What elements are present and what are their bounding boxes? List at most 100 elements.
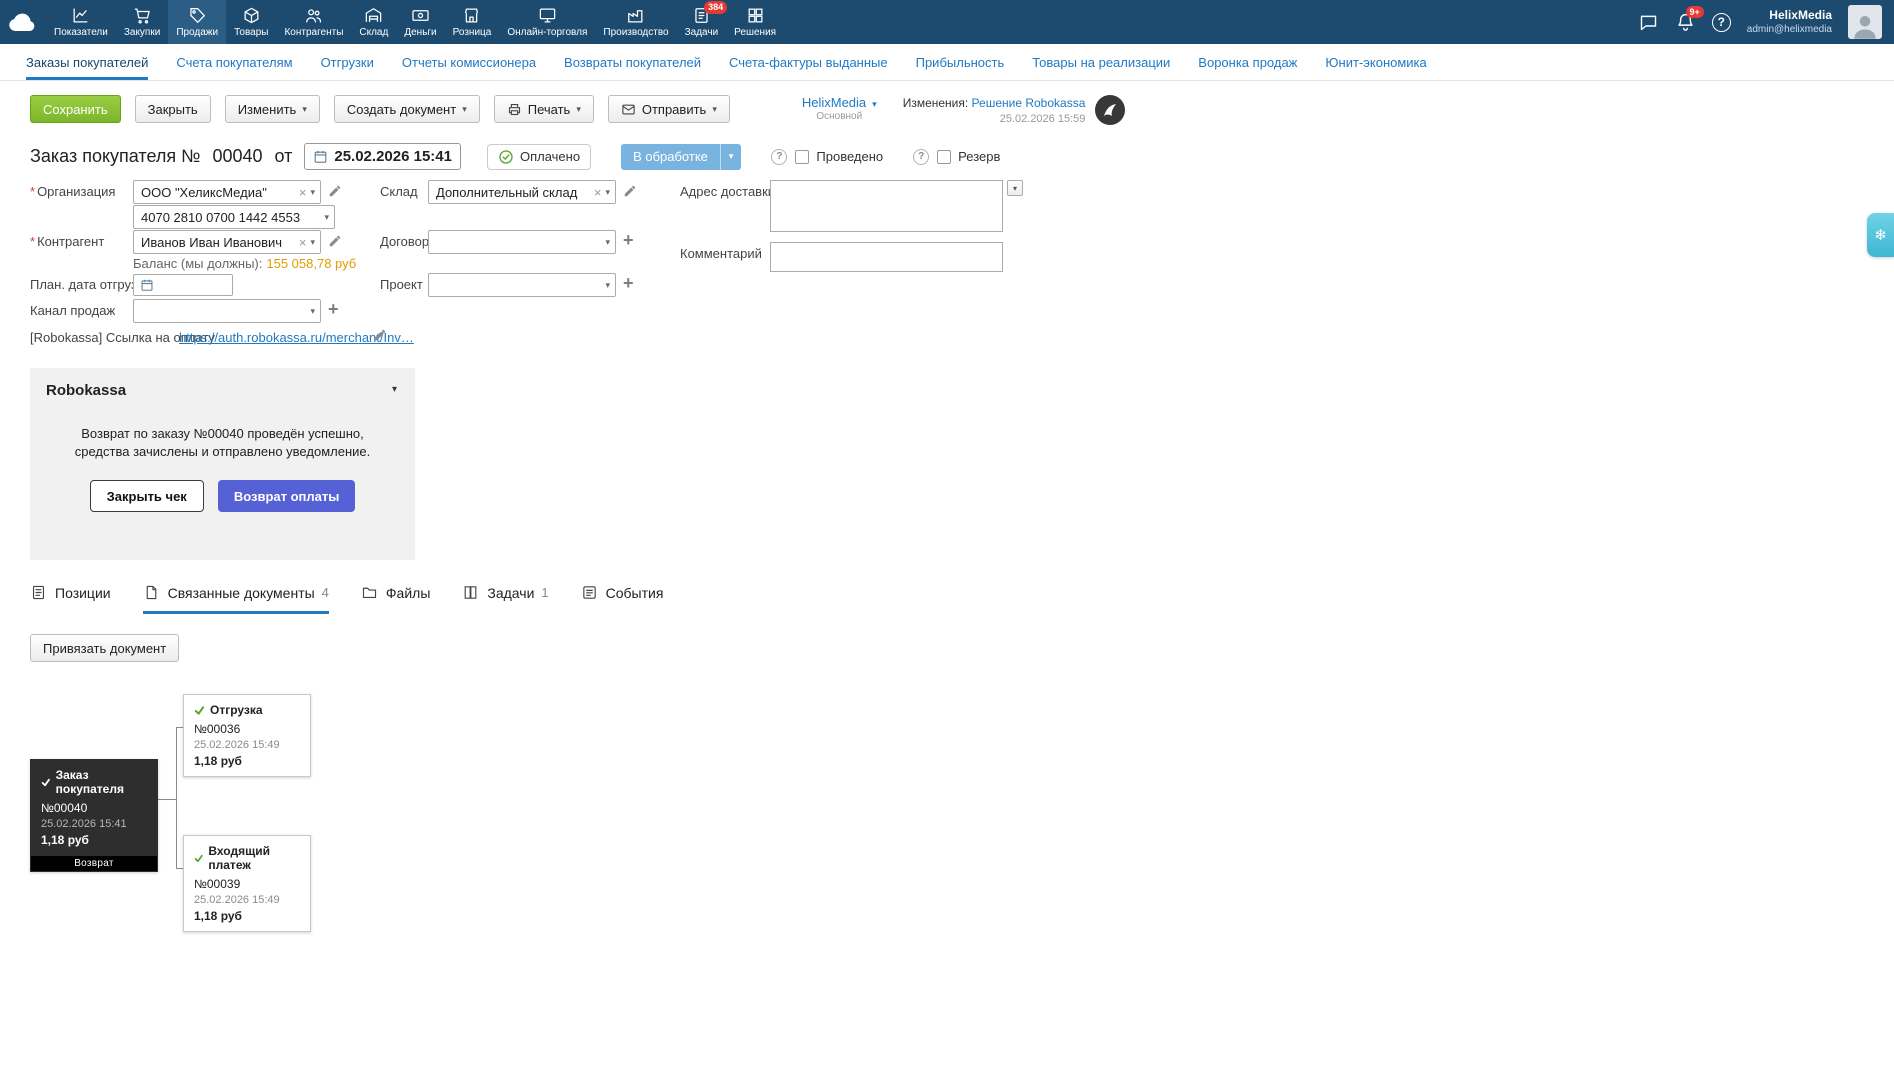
organization-edit-pencil-icon[interactable] [328,184,342,198]
card-doc-number: №00036 [194,722,241,737]
project-select[interactable]: ▾ [428,273,616,298]
send-button[interactable]: Отправить ▾ [607,95,730,123]
tab-customer-orders[interactable]: Заказы покупателей [26,44,149,80]
nav-item-online-trade[interactable]: Онлайн-торговля [499,0,595,44]
nav-item-indicators[interactable]: Показатели [46,0,116,44]
status-dropdown[interactable]: В обработке ▾ [621,143,742,170]
card-return-tag: Возврат [31,856,157,872]
organization-switcher[interactable]: HelixMedia ▾ Основной [802,95,877,122]
connector-line [158,799,176,801]
tab-label: Позиции [55,584,111,601]
nav-item-sales[interactable]: Продажи [168,0,227,44]
counterparty-edit-pencil-icon[interactable] [328,234,342,248]
conducted-help-icon[interactable]: ? [771,148,788,165]
bind-document-button[interactable]: Привязать документ [30,634,180,663]
folder-icon [362,587,376,599]
bank-account-select[interactable]: 4070 2810 0700 1442 4553 ▾ [133,205,335,230]
payment-link-edit-pencil-icon[interactable] [373,328,387,342]
linked-card-shipment[interactable]: Отгрузка №00036 25.02.2026 15:49 1,18 ру… [183,694,311,778]
create-document-button[interactable]: Создать документ ▾ [333,95,480,123]
tab-shipments[interactable]: Отгрузки [321,44,374,80]
document-number[interactable]: 00040 [212,146,262,167]
chevron-down-icon[interactable]: ▾ [310,237,315,248]
clear-icon[interactable]: × [299,236,307,249]
counterparty-combobox[interactable]: Иванов Иван Иванович × ▾ [133,230,321,255]
snowflake-promo-tab[interactable]: ❄ [1867,213,1894,257]
warehouse-label: Склад [380,184,418,200]
nav-item-warehouse[interactable]: Склад [351,0,396,44]
user-block[interactable]: HelixMedia admin@helixmedia [1747,8,1832,37]
reserve-checkbox[interactable] [937,149,952,164]
reserve-help-icon[interactable]: ? [913,148,930,165]
document-datetime-value: 25.02.2026 15:41 [334,148,452,166]
collapse-chevron-icon[interactable]: ▾ [392,384,397,395]
comment-textarea[interactable] [770,242,1003,273]
chevron-down-icon[interactable]: ▾ [605,280,610,291]
document-datetime-input[interactable]: 25.02.2026 15:41 [304,143,461,171]
nav-item-retail[interactable]: Розница [445,0,500,44]
contract-select[interactable]: ▾ [428,230,616,255]
chevron-down-icon: ▾ [576,103,581,114]
chevron-down-icon[interactable]: ▾ [324,212,329,223]
nav-item-purchases[interactable]: Закупки [116,0,168,44]
close-button[interactable]: Закрыть [134,95,211,123]
conducted-checkbox[interactable] [795,149,810,164]
nav-item-products[interactable]: Товары [226,0,276,44]
chevron-down-icon[interactable]: ▾ [605,237,610,248]
save-button[interactable]: Сохранить [30,95,121,123]
organization-combobox[interactable]: ООО "ХеликсМедиа" × ▾ [133,180,321,205]
tab-files[interactable]: Файлы [361,584,430,614]
user-avatar[interactable] [1848,5,1882,39]
delivery-address-dropdown-button[interactable]: ▾ [1007,180,1023,197]
nav-item-production[interactable]: Производство [595,0,676,44]
print-button[interactable]: Печать ▾ [493,95,594,123]
notifications-bell-icon[interactable]: 9+ [1675,5,1704,33]
nav-item-money[interactable]: Деньги [396,0,444,44]
linked-card-customer-order[interactable]: Заказ покупателя №00040 25.02.2026 15:41… [30,759,158,873]
document-form: Организация ООО "ХеликсМедиа" ×▾ 4070 28… [30,180,1894,352]
clear-icon[interactable]: × [594,186,602,199]
warehouse-edit-pencil-icon[interactable] [623,184,637,198]
nav-item-counterparties[interactable]: Контрагенты [276,0,351,44]
close-receipt-button[interactable]: Закрыть чек [89,480,204,513]
delivery-address-textarea[interactable] [770,180,1003,233]
clear-icon[interactable]: × [299,186,307,199]
tab-commissioner-reports[interactable]: Отчеты комиссионера [402,44,536,80]
editor-toolbar: Сохранить Закрыть Изменить ▾ Создать доку… [30,95,1894,127]
help-icon[interactable]: ? [1711,12,1731,32]
document-detail-tabs: Позиции Связанные документы 4 Файлы Зада… [30,584,1894,615]
tab-consignment-goods[interactable]: Товары на реализации [1032,44,1170,80]
nav-item-solutions[interactable]: Решения [726,0,784,44]
ship-date-input[interactable] [133,274,233,297]
warehouse-combobox[interactable]: Дополнительный склад × ▾ [428,180,616,205]
chevron-down-icon[interactable]: ▾ [310,306,315,317]
linked-card-incoming-payment[interactable]: Входящий платеж №00039 25.02.2026 15:49 … [183,835,311,933]
card-doc-number: №00039 [194,877,241,892]
tab-customer-invoices[interactable]: Счета покупателям [176,44,292,80]
tab-customer-returns[interactable]: Возвраты покупателей [564,44,701,80]
tab-events[interactable]: События [581,584,663,614]
tab-unit-economics[interactable]: Юнит-экономика [1325,44,1426,80]
chevron-down-icon[interactable]: ▾ [605,187,610,198]
edit-button[interactable]: Изменить ▾ [224,95,320,123]
changes-link[interactable]: Решение Robokassa [972,96,1086,110]
tab-sales-funnel[interactable]: Воронка продаж [1198,44,1297,80]
section-tabs: Заказы покупателей Счета покупателям Отг… [0,44,1894,81]
nav-item-tasks[interactable]: 384 Задачи [677,0,728,44]
tab-linked-documents[interactable]: Связанные документы 4 [142,584,329,615]
tab-issued-invoices[interactable]: Счета-фактуры выданные [729,44,888,80]
nav-label: Решения [734,27,777,38]
robokassa-logo[interactable] [1095,95,1126,125]
balance-value: 155 058,78 руб [266,256,357,272]
chevron-down-icon[interactable]: ▾ [310,187,315,198]
add-contract-plus-icon[interactable]: + [623,228,634,252]
refund-payment-button[interactable]: Возврат оплаты [217,480,356,513]
app-logo-cloud-icon[interactable] [0,0,46,44]
tab-positions[interactable]: Позиции [30,584,111,614]
tab-profitability[interactable]: Прибыльность [916,44,1005,80]
sales-channel-select[interactable]: ▾ [133,299,321,324]
chat-icon[interactable] [1638,12,1659,33]
add-project-plus-icon[interactable]: + [623,271,634,295]
tab-tasks[interactable]: Задачи 1 [462,584,549,614]
add-sales-channel-plus-icon[interactable]: + [328,297,339,321]
